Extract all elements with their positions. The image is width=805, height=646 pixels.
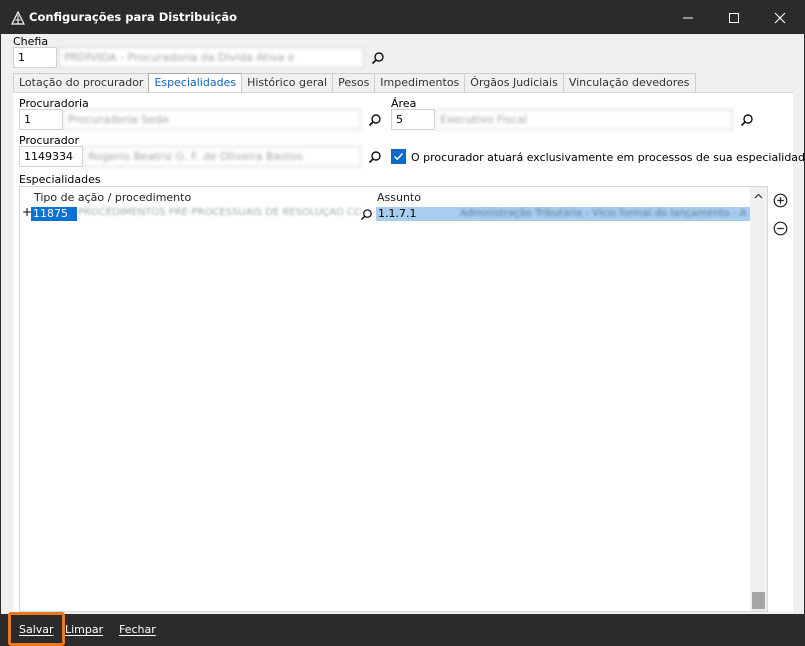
tab-especialidades[interactable]: Especialidades — [148, 73, 243, 93]
area-search-button[interactable] — [738, 111, 756, 129]
procurador-code-field[interactable]: 1149334 — [19, 146, 83, 167]
maximize-icon — [729, 12, 739, 23]
minimize-icon — [683, 17, 693, 18]
scroll-up-button[interactable] — [750, 189, 767, 203]
area-name-field[interactable]: Executivo Fiscal — [435, 109, 733, 130]
checkmark-icon — [393, 152, 404, 161]
bottom-action-bar: Salvar Limpar Fechar — [1, 612, 804, 646]
maximize-button[interactable] — [711, 1, 757, 34]
subject-code: 1.1.7.1 — [378, 207, 417, 220]
tab-orgaos-judiciais[interactable]: Órgãos Judiciais — [464, 73, 564, 92]
close-form-button[interactable]: Fechar — [111, 614, 164, 645]
app-triangle-icon — [11, 11, 25, 25]
especialidades-label: Especialidades — [19, 173, 101, 186]
close-icon — [774, 12, 786, 23]
remove-row-button[interactable] — [772, 220, 788, 236]
configuracoes-window: Configurações para Distribuição Chefia 1… — [0, 0, 805, 646]
table-row[interactable]: + 11875 PROCEDIMENTOS PRÉ-PROCESSUAIS DE… — [20, 205, 750, 223]
procuradoria-name-field[interactable]: Procuradoria Sede — [63, 109, 361, 130]
chefia-name-field[interactable]: PRDÍVIDA - Procuradoria da Dívida Ativa … — [59, 47, 364, 68]
search-icon — [740, 114, 753, 127]
row-search-button[interactable] — [358, 206, 374, 222]
column-header-assunto[interactable]: Assunto — [377, 191, 421, 204]
search-icon — [368, 114, 381, 127]
exclusive-checkbox-label[interactable]: O procurador atuará exclusivamente em pr… — [411, 151, 805, 164]
tab-lotacao[interactable]: Lotação do procurador — [13, 73, 150, 92]
minimize-button[interactable] — [665, 1, 711, 34]
row-description-cell[interactable]: PROCEDIMENTOS PRÉ-PROCESSUAIS DE RESOLUÇ… — [78, 207, 360, 221]
clear-button-label: Limpar — [65, 623, 104, 636]
procurador-name-field[interactable]: Rogerio Beatriz G. F. de Oliveira Bastos — [83, 146, 361, 167]
subject-description: Administração Tributária - Vício formal … — [460, 208, 747, 219]
title-bar: Configurações para Distribuição — [1, 1, 804, 34]
chefia-search-button[interactable] — [369, 49, 387, 67]
procurador-search-button[interactable] — [366, 148, 384, 166]
tab-historico[interactable]: Histórico geral — [241, 73, 334, 92]
search-icon — [368, 151, 381, 164]
exclusive-checkbox[interactable] — [391, 149, 406, 164]
clear-button[interactable]: Limpar — [57, 614, 111, 645]
search-icon — [371, 52, 384, 65]
tab-pesos[interactable]: Pesos — [332, 73, 376, 92]
chevron-up-icon — [754, 193, 763, 199]
window-title: Configurações para Distribuição — [29, 10, 237, 24]
procuradoria-code-field[interactable]: 1 — [19, 109, 63, 130]
minus-circle-icon — [773, 221, 787, 235]
tab-vinculacao-devedores[interactable]: Vinculação devedores — [562, 73, 696, 92]
area-code-field[interactable]: 5 — [391, 109, 435, 130]
close-button[interactable] — [757, 1, 803, 34]
row-subject-cell[interactable]: 1.1.7.1 Administração Tributária - Vício… — [376, 207, 750, 221]
tab-impedimentos[interactable]: Impedimentos — [374, 73, 466, 92]
scroll-thumb[interactable] — [752, 592, 765, 609]
save-button-label: Salvar — [19, 622, 54, 636]
row-code-cell[interactable]: 11875 — [31, 207, 77, 221]
column-header-tipo-acao[interactable]: Tipo de ação / procedimento — [34, 191, 191, 204]
grid-vertical-scrollbar[interactable] — [750, 187, 767, 611]
especialidades-grid: Tipo de ação / procedimento Assunto + 11… — [19, 186, 768, 612]
search-icon — [360, 208, 372, 220]
tab-strip: Lotação do procurador Especialidades His… — [13, 73, 696, 93]
chefia-code-field[interactable]: 1 — [13, 47, 57, 68]
plus-circle-icon — [773, 193, 787, 207]
procuradoria-search-button[interactable] — [366, 111, 384, 129]
close-form-button-label: Fechar — [119, 623, 156, 636]
add-row-button[interactable] — [772, 192, 788, 208]
